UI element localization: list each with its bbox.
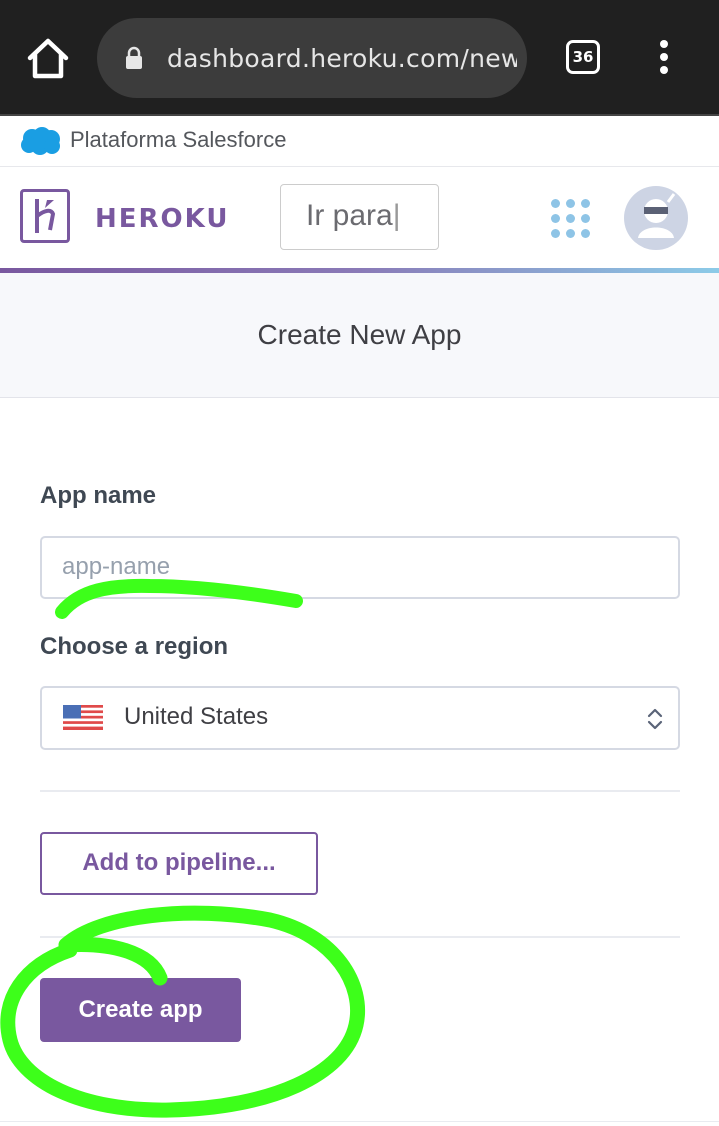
search-placeholder: Ir para	[306, 199, 393, 232]
select-updown-icon	[646, 706, 664, 732]
region-label: Choose a region	[40, 633, 229, 660]
tab-switcher-icon[interactable]: 36	[566, 40, 600, 74]
app-name-label: App name	[40, 482, 157, 509]
user-avatar-icon[interactable]	[624, 186, 688, 250]
form-divider	[40, 790, 680, 792]
region-selected-value: United States	[124, 703, 269, 730]
salesforce-cloud-icon[interactable]	[20, 126, 62, 156]
home-icon[interactable]	[24, 36, 72, 82]
heroku-logo-icon[interactable]	[20, 189, 70, 243]
heroku-wordmark[interactable]: HEROKU	[95, 203, 229, 235]
browser-toolbar: dashboard.heroku.com/new- 36	[0, 0, 719, 114]
salesforce-platform-label[interactable]: Plataforma Salesforce	[70, 126, 286, 154]
us-flag-icon	[63, 705, 103, 730]
form-divider	[40, 936, 680, 938]
salesforce-platform-bar: Plataforma Salesforce	[0, 116, 719, 167]
overflow-menu-icon[interactable]	[652, 40, 676, 78]
add-to-pipeline-button[interactable]: Add to pipeline...	[40, 832, 318, 895]
text-cursor: |	[392, 199, 401, 232]
page-header: Create New App	[0, 273, 719, 398]
search-input[interactable]: Ir para|	[280, 184, 439, 250]
app-name-input[interactable]: app-name	[40, 536, 680, 599]
page-title: Create New App	[257, 319, 462, 350]
region-select[interactable]: United States	[40, 686, 680, 750]
create-app-button[interactable]: Create app	[40, 978, 241, 1042]
page-bottom-border	[0, 1121, 719, 1122]
heroku-header: HEROKU Ir para|	[0, 167, 719, 268]
app-name-placeholder: app-name	[62, 553, 171, 580]
address-bar[interactable]: dashboard.heroku.com/new-	[97, 18, 527, 98]
lock-icon	[125, 46, 143, 70]
url-text: dashboard.heroku.com/new-	[167, 44, 517, 73]
apps-grid-icon[interactable]	[551, 199, 591, 239]
